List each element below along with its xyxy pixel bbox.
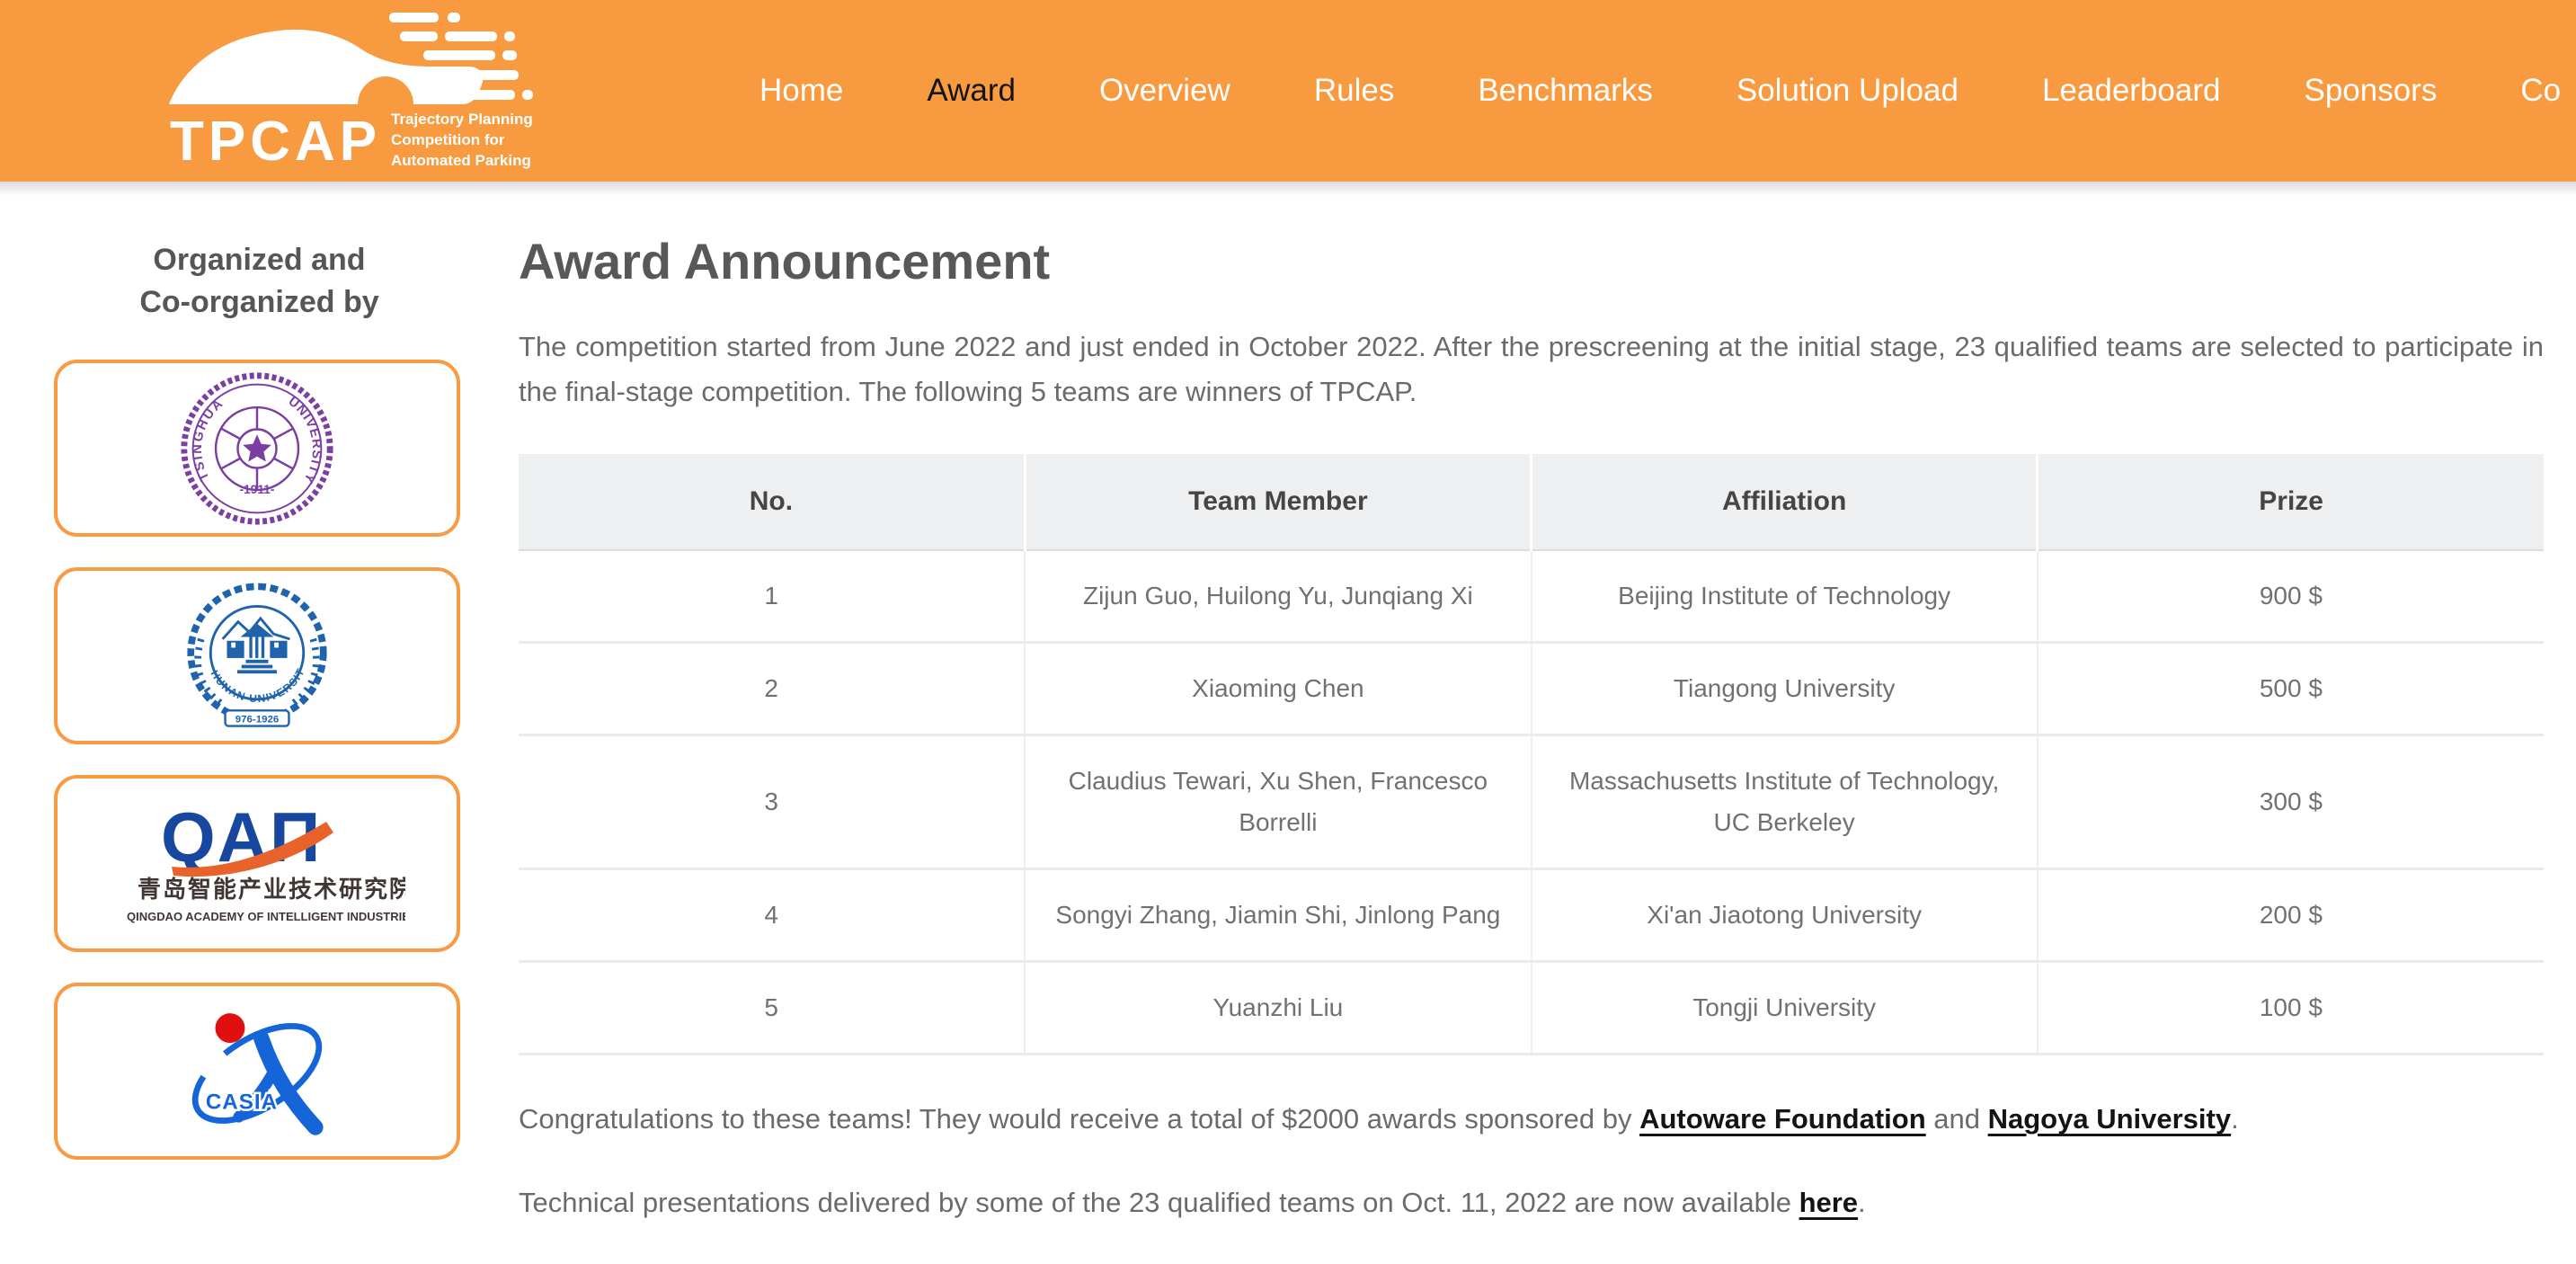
nav-item[interactable]: Co xyxy=(2520,73,2561,109)
tpcap-logo-graphic: TPCAP Trajectory Planning Competition fo… xyxy=(164,4,546,180)
cell-no: 3 xyxy=(519,735,1025,869)
table-header-row: No.Team MemberAffiliationPrize xyxy=(519,454,2544,550)
table-row: 1 Zijun Guo, Huilong Yu, Junqiang Xi Bei… xyxy=(519,550,2544,643)
main-content: Award Announcement The competition start… xyxy=(519,182,2544,1264)
technical-paragraph: Technical presentations delivered by som… xyxy=(519,1183,2544,1223)
qaii-logo: QAΠ 青岛智能产业技术研究院 QINGDAO ACADEMY OF INTEL… xyxy=(109,797,405,931)
site-header: TPCAP Trajectory Planning Competition fo… xyxy=(0,0,2576,182)
nav-item[interactable]: Benchmarks xyxy=(1478,73,1653,109)
sidebar: Organized and Co-organized by xyxy=(0,182,519,1190)
cell-affiliation: Beijing Institute of Technology xyxy=(1532,550,2038,643)
winners-table: No.Team MemberAffiliationPrize 1 Zijun G… xyxy=(519,454,2544,1055)
table-row: 4 Songyi Zhang, Jiamin Shi, Jinlong Pang… xyxy=(519,869,2544,962)
logo-box-hunan: HUNAN UNIVERSITY 976-1926 xyxy=(54,567,460,744)
cell-affiliation: Massachusetts Institute of Technology, U… xyxy=(1532,735,2038,869)
cell-prize: 300 $ xyxy=(2038,735,2544,869)
congrats-text-post: . xyxy=(2231,1103,2239,1135)
nagoya-university-link[interactable]: Nagoya University xyxy=(1988,1103,2232,1135)
congrats-paragraph: Congratulations to these teams! They wou… xyxy=(519,1099,2544,1139)
sidebar-heading-line1: Organized and xyxy=(53,239,466,281)
svg-text:-1911-: -1911- xyxy=(240,482,275,495)
table-row: 5 Yuanzhi Liu Tongji University 100 $ xyxy=(519,962,2544,1055)
table-header-cell: Affiliation xyxy=(1532,454,2038,550)
sidebar-heading: Organized and Co-organized by xyxy=(53,239,466,324)
congrats-text-pre: Congratulations to these teams! They wou… xyxy=(519,1103,1639,1135)
svg-text:青岛智能产业技术研究院: 青岛智能产业技术研究院 xyxy=(138,876,405,903)
nav-item[interactable]: Overview xyxy=(1099,73,1230,109)
svg-text:QINGDAO ACADEMY OF INTELLIGENT: QINGDAO ACADEMY OF INTELLIGENT INDUSTRIE… xyxy=(127,910,405,923)
brand-tagline: Trajectory Planning Competition for Auto… xyxy=(391,111,533,169)
table-row: 3 Claudius Tewari, Xu Shen, Francesco Bo… xyxy=(519,735,2544,869)
cell-no: 2 xyxy=(519,643,1025,735)
cell-prize: 200 $ xyxy=(2038,869,2544,962)
autoware-foundation-link[interactable]: Autoware Foundation xyxy=(1639,1103,1926,1135)
cell-prize: 900 $ xyxy=(2038,550,2544,643)
cell-prize: 100 $ xyxy=(2038,962,2544,1055)
table-row: 2 Xiaoming Chen Tiangong University 500 … xyxy=(519,643,2544,735)
cell-affiliation: Xi'an Jiaotong University xyxy=(1532,869,2038,962)
intro-paragraph: The competition started from June 2022 a… xyxy=(519,325,2544,414)
svg-text:976-1926: 976-1926 xyxy=(235,714,280,725)
logo-box-qaii: QAΠ 青岛智能产业技术研究院 QINGDAO ACADEMY OF INTEL… xyxy=(54,775,460,952)
svg-text:CASIA: CASIA xyxy=(206,1090,278,1114)
logo-box-casia: CASIA xyxy=(54,983,460,1160)
cell-prize: 500 $ xyxy=(2038,643,2544,735)
cell-team-member: Songyi Zhang, Jiamin Shi, Jinlong Pang xyxy=(1025,869,1531,962)
cell-affiliation: Tiangong University xyxy=(1532,643,2038,735)
tpcap-logo[interactable]: TPCAP Trajectory Planning Competition fo… xyxy=(164,4,546,180)
table-header-cell: No. xyxy=(519,454,1025,550)
star-icon xyxy=(243,434,271,461)
table-header-cell: Team Member xyxy=(1025,454,1531,550)
svg-text:Automated Parking: Automated Parking xyxy=(391,152,531,169)
sidebar-heading-line2: Co-organized by xyxy=(53,281,466,324)
cell-team-member: Zijun Guo, Huilong Yu, Junqiang Xi xyxy=(1025,550,1531,643)
hunan-university-logo: HUNAN UNIVERSITY 976-1926 xyxy=(175,577,339,735)
nav-item[interactable]: Solution Upload xyxy=(1737,73,1959,109)
cell-team-member: Yuanzhi Liu xyxy=(1025,962,1531,1055)
cell-no: 1 xyxy=(519,550,1025,643)
technical-here-link[interactable]: here xyxy=(1799,1187,1858,1218)
table-header-cell: Prize xyxy=(2038,454,2544,550)
congrats-text-mid: and xyxy=(1926,1103,1988,1135)
page-title: Award Announcement xyxy=(519,232,2544,290)
cell-team-member: Xiaoming Chen xyxy=(1025,643,1531,735)
svg-text:Trajectory Planning: Trajectory Planning xyxy=(391,111,533,128)
nav-item[interactable]: Award xyxy=(927,73,1016,109)
tsinghua-university-logo: TSINGHUA UNIVERSITY -1911- xyxy=(178,369,336,528)
red-dot-icon xyxy=(216,1013,245,1043)
car-icon xyxy=(169,30,483,104)
cell-affiliation: Tongji University xyxy=(1532,962,2038,1055)
nav-item[interactable]: Rules xyxy=(1314,73,1394,109)
nav-item[interactable]: Sponsors xyxy=(2304,73,2437,109)
brand-wordmark: TPCAP xyxy=(170,111,381,173)
main-nav: Home Award Overview Rules Benchmarks Sol… xyxy=(759,0,2561,182)
casia-logo: CASIA xyxy=(174,993,340,1151)
cell-no: 5 xyxy=(519,962,1025,1055)
technical-text-pre: Technical presentations delivered by som… xyxy=(519,1187,1799,1218)
logo-box-tsinghua: TSINGHUA UNIVERSITY -1911- xyxy=(54,360,460,537)
nav-item[interactable]: Leaderboard xyxy=(2042,73,2221,109)
svg-text:Competition for: Competition for xyxy=(391,131,505,148)
cell-team-member: Claudius Tewari, Xu Shen, Francesco Borr… xyxy=(1025,735,1531,869)
cell-no: 4 xyxy=(519,869,1025,962)
nav-item[interactable]: Home xyxy=(759,73,843,109)
technical-text-post: . xyxy=(1858,1187,1866,1218)
